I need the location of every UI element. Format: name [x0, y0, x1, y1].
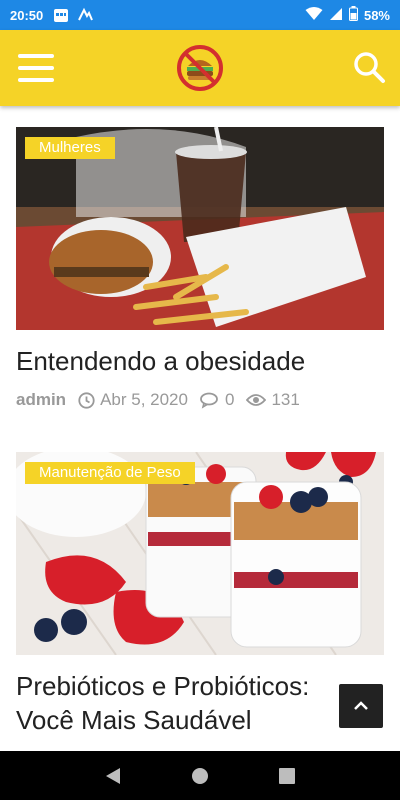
category-tag[interactable]: Manutenção de Peso — [25, 462, 195, 484]
menu-icon-bar — [18, 66, 54, 70]
back-to-top-button[interactable] — [339, 684, 383, 728]
menu-icon-bar — [18, 54, 54, 58]
category-tag[interactable]: Mulheres — [25, 137, 115, 159]
app-header — [0, 30, 400, 106]
post-comments-count: 0 — [224, 390, 235, 409]
status-time: 20:50 — [10, 7, 44, 23]
recents-icon — [278, 767, 295, 784]
wifi-icon — [305, 6, 323, 24]
menu-icon-bar — [18, 78, 54, 82]
post-meta: admin Abr 5, 2020 0 131 — [16, 390, 384, 410]
post-card[interactable]: Manutenção de Peso Prebióticos e Probiót… — [16, 452, 384, 737]
battery-icon — [348, 6, 358, 24]
post-author[interactable]: admin — [16, 390, 66, 410]
post-date: Abr 5, 2020 — [78, 390, 188, 410]
post-thumbnail[interactable]: Manutenção de Peso — [16, 452, 384, 655]
post-title-line: Prebióticos e Probióticos: — [16, 671, 310, 701]
comments-icon — [200, 392, 218, 409]
post-title-line: Você Mais Saudável — [16, 705, 252, 735]
post-thumbnail[interactable]: Mulheres — [16, 127, 384, 330]
system-navigation-bar — [0, 751, 400, 800]
post-comments[interactable]: 0 — [200, 390, 234, 410]
clock-icon — [78, 391, 95, 409]
cell-signal-icon — [329, 7, 343, 24]
post-date-text: Abr 5, 2020 — [100, 390, 188, 409]
post-views-count: 131 — [271, 390, 300, 409]
signal-app-icon — [77, 7, 94, 23]
post-views: 131 — [246, 390, 300, 410]
post-title[interactable]: Entendendo a obesidade — [16, 344, 384, 378]
home-icon — [191, 767, 208, 784]
menu-button[interactable] — [18, 54, 54, 82]
search-button[interactable] — [352, 50, 386, 84]
back-icon — [106, 767, 121, 784]
battery-percent: 58% — [363, 7, 390, 23]
eye-icon — [246, 394, 267, 406]
logo[interactable] — [175, 44, 225, 92]
search-icon — [354, 52, 385, 83]
post-card[interactable]: Mulheres Entendendo a obesidade admin Ab… — [16, 127, 384, 410]
recents-button[interactable] — [275, 764, 299, 788]
calendar-icon — [53, 7, 69, 23]
status-bar: 20:50 58% — [0, 0, 400, 30]
chevron-up-icon — [354, 701, 368, 710]
back-button[interactable] — [101, 764, 125, 788]
post-title[interactable]: Prebióticos e Probióticos: Você Mais Sau… — [16, 669, 384, 737]
home-button[interactable] — [188, 764, 212, 788]
